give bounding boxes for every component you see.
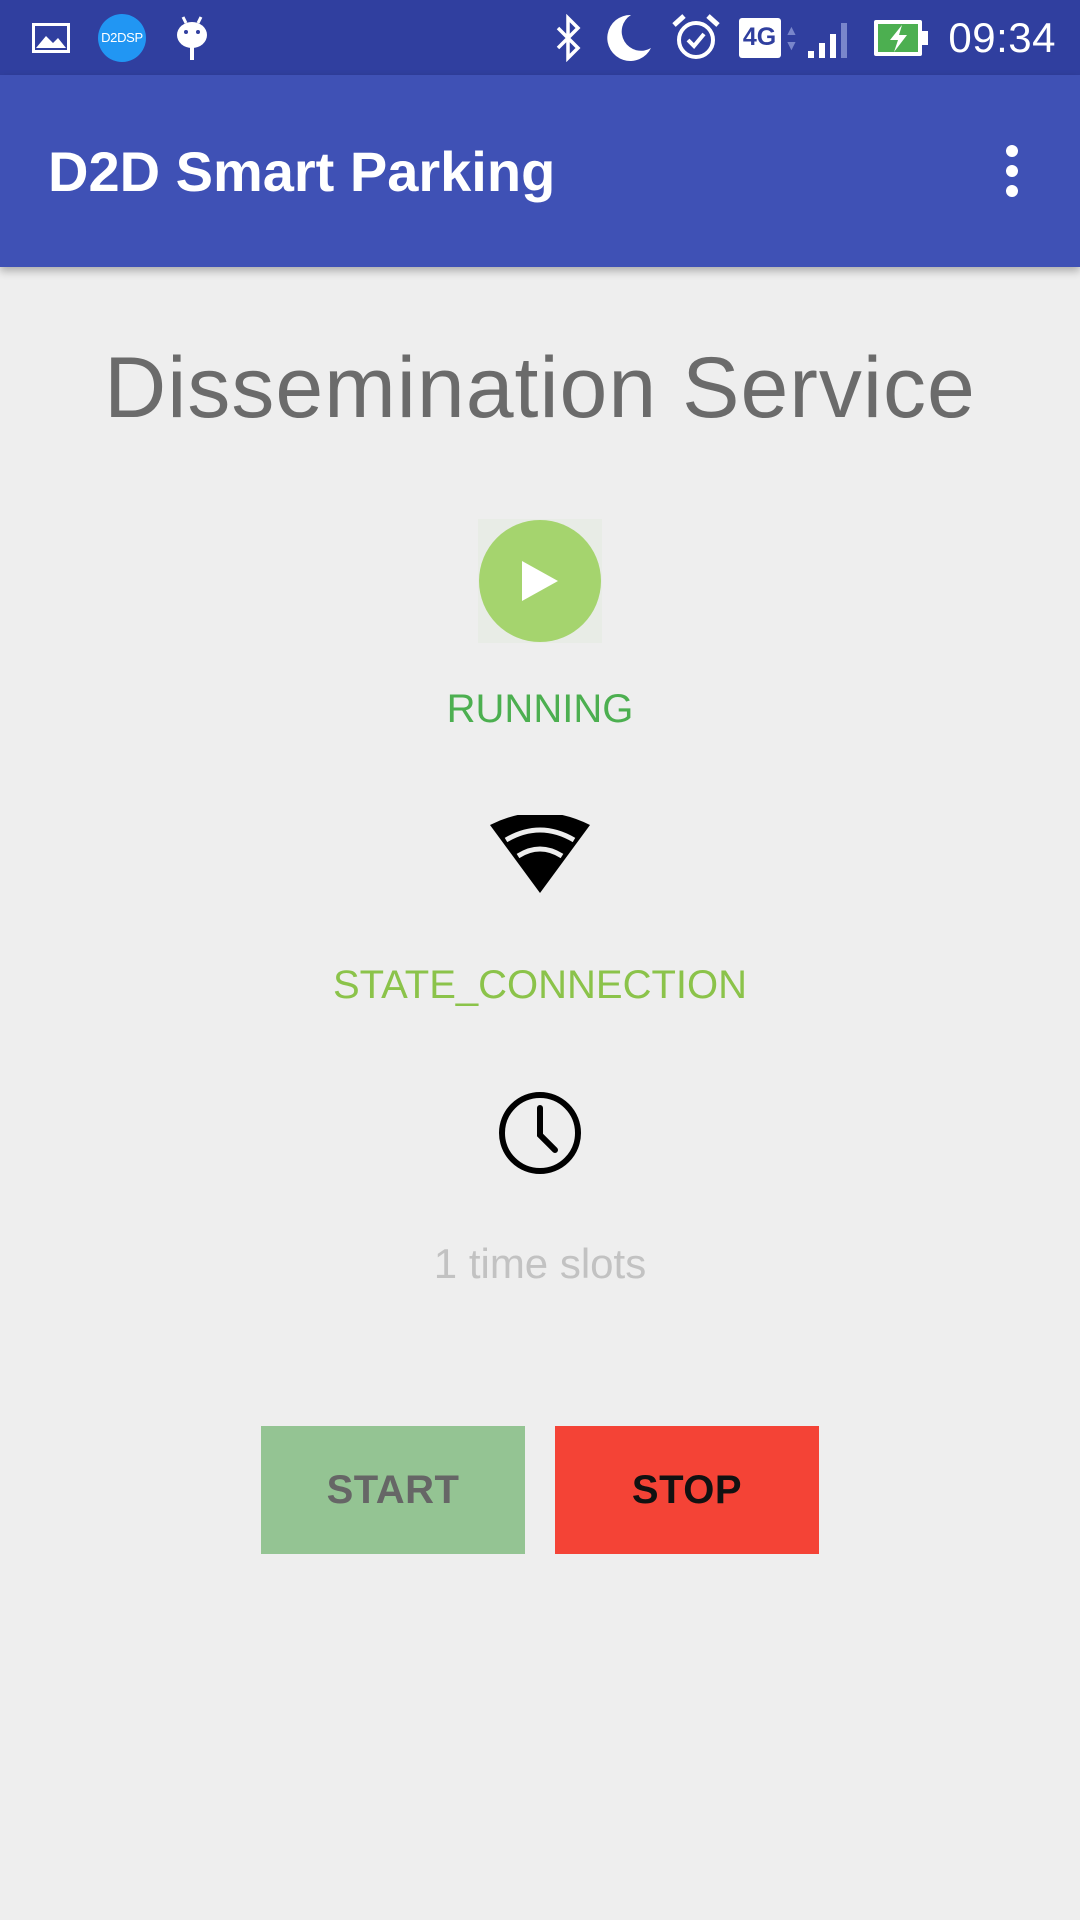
cell-signal-icon <box>806 17 854 59</box>
alarm-icon <box>671 13 721 63</box>
more-vert-icon <box>1006 145 1018 157</box>
time-slots-text: 1 time slots <box>433 1240 647 1287</box>
stop-button[interactable]: STOP <box>555 1426 819 1554</box>
clock-time: 09:34 <box>948 13 1056 61</box>
play-icon <box>522 561 558 601</box>
network-type-label: 4G <box>738 17 781 58</box>
bluetooth-icon <box>553 13 583 62</box>
system-icons: 4G ▲ ▼ 09:34 <box>553 0 1056 75</box>
status-bar: D2DSP 4G ▲ ▼ 09:34 <box>0 0 1080 75</box>
android-debug-icon <box>174 15 210 61</box>
app-bar: D2D Smart Parking <box>0 75 1080 267</box>
wifi-icon <box>490 815 590 893</box>
service-status-indicator <box>478 519 602 643</box>
network-4g-icon: 4G ▲ ▼ <box>738 17 799 58</box>
data-activity-arrows-icon: ▲ ▼ <box>784 21 799 53</box>
d2dsp-badge-label: D2DSP <box>98 13 146 62</box>
page-title: Dissemination Service <box>104 340 976 436</box>
do-not-disturb-moon-icon <box>601 12 653 64</box>
app-title: D2D Smart Parking <box>48 139 556 203</box>
connection-state-text: STATE_CONNECTION <box>332 963 748 1007</box>
clock-icon <box>499 1092 581 1174</box>
notification-icons: D2DSP <box>32 0 238 75</box>
gallery-icon <box>32 22 70 53</box>
battery-charging-icon <box>872 18 930 58</box>
d2dsp-app-icon: D2DSP <box>98 13 146 62</box>
service-status-text: RUNNING <box>446 687 634 731</box>
more-options-button[interactable] <box>974 133 1050 209</box>
main-content: Dissemination Service RUNNING STATE_CONN… <box>0 267 1080 1920</box>
start-button[interactable]: START <box>261 1426 525 1554</box>
